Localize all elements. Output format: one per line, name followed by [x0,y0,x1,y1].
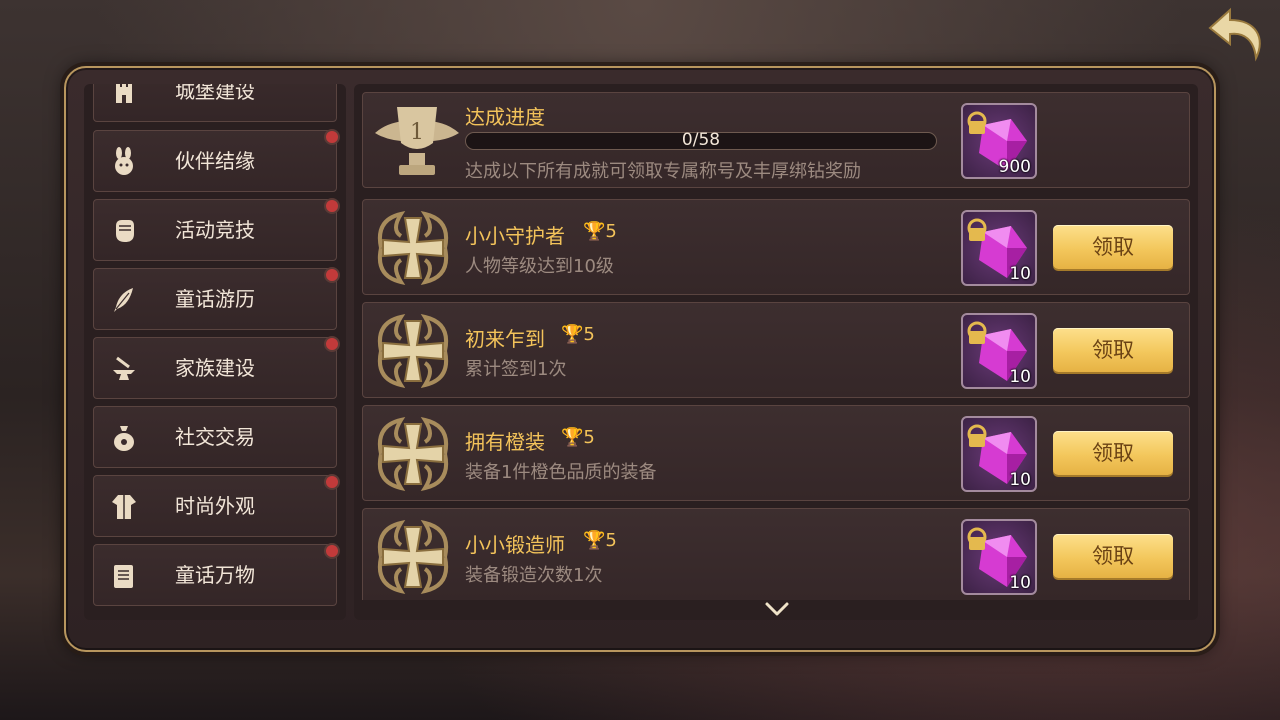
sidebar-item-label: 活动竞技 [175,218,255,242]
sidebar-item-castle-building[interactable]: 城堡建设 [93,84,337,122]
sidebar-item-label: 家族建设 [175,356,255,380]
sidebar-item-partner[interactable]: 伙伴结缘 [93,129,340,192]
points-value: 5 [583,427,595,448]
achievement-description: 累计签到1次 [465,359,567,380]
fist-icon [108,215,140,247]
trophy-points: 🏆5 [561,324,595,345]
claim-button[interactable]: 领取 [1053,431,1173,475]
sidebar-item-social-trade[interactable]: 社交交易 [93,406,337,468]
sidebar-item-label: 伙伴结缘 [175,149,255,173]
progress-bar: 0/58 [465,130,937,150]
points-value: 5 [605,221,617,242]
achievement-row: 小小守护者 🏆5 人物等级达到10级 10 领取 [362,199,1190,295]
reward-quantity: 10 [1009,470,1031,490]
progress-value: 0/58 [681,130,721,150]
sidebar-item-fairy-travel[interactable]: 童话游历 [93,267,340,330]
reward-quantity: 10 [1009,573,1031,593]
sidebar-item-fashion[interactable]: 时尚外观 [93,474,340,537]
trophy-rank-text: 1 [410,120,424,145]
trophy-icon: 1 [371,99,463,183]
trophy-points: 🏆5 [561,427,595,448]
points-value: 5 [605,530,617,551]
achievement-description: 装备锻造次数1次 [465,565,603,586]
reward-gem-slot[interactable]: 10 [961,210,1037,286]
anvil-icon [108,353,140,385]
sidebar-item-fairy-everything[interactable]: 童话万物 [93,543,340,606]
back-arrow-button[interactable] [1204,4,1266,64]
achievement-title: 初来乍到 [465,327,545,351]
scroll-down-button[interactable] [764,600,790,618]
reward-quantity: 900 [998,157,1031,177]
achievement-cross-emblem-icon [371,412,455,496]
notification-badge [324,129,340,145]
achievement-title: 小小守护者 [465,224,565,248]
reward-quantity: 10 [1009,264,1031,284]
trophy-points: 🏆5 [583,221,617,242]
reward-gem-slot[interactable]: 900 [961,103,1037,179]
achievement-cross-emblem-icon [371,309,455,393]
bunny-partner-icon [108,146,140,178]
achievement-cross-emblem-icon [371,515,455,599]
sidebar-item-label: 童话万物 [175,563,255,587]
progress-description: 达成以下所有成就可领取专属称号及丰厚绑钻奖励 [465,161,861,182]
sidebar-item-label: 城堡建设 [175,84,255,103]
notification-badge [324,198,340,214]
feather-icon [108,284,140,316]
reward-gem-slot[interactable]: 10 [961,313,1037,389]
sidebar-item-label: 时尚外观 [175,494,255,518]
money-bag-icon [108,422,140,454]
outfit-icon [108,491,140,523]
achievement-row: 小小锻造师 🏆5 装备锻造次数1次 10 领取 [362,508,1190,600]
achievement-description: 装备1件橙色品质的装备 [465,462,657,483]
reward-gem-slot[interactable]: 10 [961,519,1037,595]
achievement-row: 拥有橙装 🏆5 装备1件橙色品质的装备 10 领取 [362,405,1190,501]
book-icon [108,560,140,592]
category-sidebar[interactable]: 城堡建设 伙伴结缘 活动竞技 童话游历 家族建设 社交交易 时尚外观 童话万物 [84,84,346,620]
chevron-down-icon [765,602,789,616]
notification-badge [324,267,340,283]
achievement-description: 人物等级达到10级 [465,256,614,277]
achievement-title: 拥有橙装 [465,430,545,454]
points-value: 5 [583,324,595,345]
sidebar-item-activity[interactable]: 活动竞技 [93,198,340,261]
achievement-cross-emblem-icon [371,206,455,290]
claim-button[interactable]: 领取 [1053,534,1173,578]
sidebar-item-label: 社交交易 [175,425,255,449]
sidebar-item-family[interactable]: 家族建设 [93,336,340,399]
progress-row: 1 达成进度 0/58 达成以下所有成就可领取专属称号及丰厚绑钻奖励 900 [362,92,1190,188]
achievement-row: 初来乍到 🏆5 累计签到1次 10 领取 [362,302,1190,398]
reward-gem-slot[interactable]: 10 [961,416,1037,492]
notification-badge [324,474,340,490]
notification-badge [324,336,340,352]
notification-badge [324,543,340,559]
reward-quantity: 10 [1009,367,1031,387]
back-arrow-icon [1208,7,1261,62]
progress-title: 达成进度 [465,105,545,129]
sidebar-item-label: 童话游历 [175,287,255,311]
claim-button[interactable]: 领取 [1053,328,1173,372]
trophy-points: 🏆5 [583,530,617,551]
claim-button[interactable]: 领取 [1053,225,1173,269]
achievement-title: 小小锻造师 [465,533,565,557]
castle-icon [108,84,140,108]
